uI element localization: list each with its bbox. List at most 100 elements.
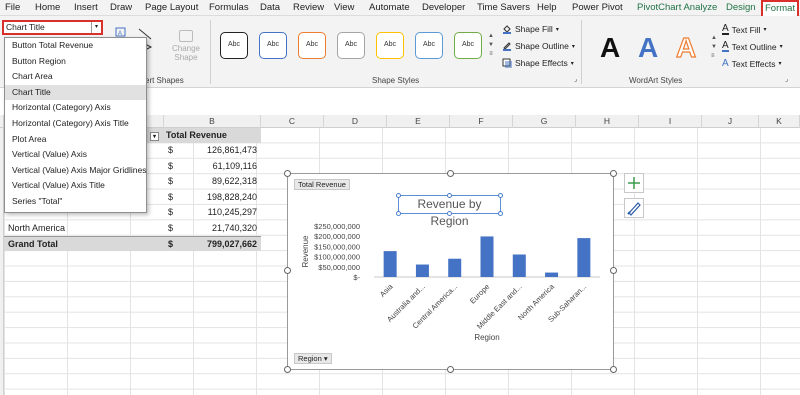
value-field-button[interactable]: Total Revenue xyxy=(294,179,350,190)
pivot-row-value[interactable]: 110,245,297 xyxy=(164,205,257,220)
chart-bar[interactable] xyxy=(545,272,559,277)
chart-element-option[interactable]: Horizontal (Category) Axis xyxy=(5,100,146,116)
chart-element-option[interactable]: Vertical (Value) Axis xyxy=(5,147,146,163)
shape-style-tile-7[interactable]: Abc xyxy=(454,32,482,59)
tab-pivotchart-analyze[interactable]: PivotChart Analyze xyxy=(637,0,717,16)
chart-title-selection[interactable]: Revenue by Region xyxy=(396,193,503,228)
tab-file[interactable]: File xyxy=(5,0,20,16)
chart-resize-handle[interactable] xyxy=(284,267,291,274)
tab-format[interactable]: Format xyxy=(761,0,800,16)
wordart-blue-a[interactable]: A xyxy=(638,32,658,64)
grand-total-label[interactable]: Grand Total xyxy=(4,236,164,251)
pivot-row-value[interactable]: 126,861,473 xyxy=(164,143,257,158)
column-header-f[interactable]: F xyxy=(450,115,513,128)
chart-element-option[interactable]: Series "Total" xyxy=(5,194,146,210)
grand-total-value-cell[interactable]: $ 799,027,662 xyxy=(164,236,261,251)
chart-resize-handle[interactable] xyxy=(447,366,454,373)
wordart-orange-outline-a[interactable]: A xyxy=(675,31,696,64)
tab-power-pivot[interactable]: Power Pivot xyxy=(572,0,623,16)
tab-home[interactable]: Home xyxy=(35,0,60,16)
chart-resize-handle[interactable] xyxy=(447,170,454,177)
tab-page-layout[interactable]: Page Layout xyxy=(145,0,198,16)
chart-styles-button[interactable] xyxy=(624,198,644,218)
tab-data[interactable]: Data xyxy=(260,0,280,16)
tab-review[interactable]: Review xyxy=(293,0,324,16)
shape-style-tile-2[interactable]: Abc xyxy=(259,32,287,59)
shape-style-tile-1[interactable]: Abc xyxy=(220,32,248,59)
pivot-filter-cell[interactable]: ▾ xyxy=(147,128,164,143)
column-header-b[interactable]: B xyxy=(164,115,261,128)
selection-handle[interactable] xyxy=(447,193,452,198)
chart-element-option[interactable]: Plot Area xyxy=(5,132,146,148)
chart-bar[interactable] xyxy=(480,236,494,277)
column-header-j[interactable]: J xyxy=(702,115,759,128)
tab-help[interactable]: Help xyxy=(537,0,557,16)
tab-design[interactable]: Design xyxy=(726,0,756,16)
chevron-down-icon[interactable]: ▾ xyxy=(91,22,101,33)
tab-time-savers[interactable]: Time Savers xyxy=(477,0,530,16)
column-header-e[interactable]: E xyxy=(387,115,450,128)
gallery-scroll-icon[interactable]: ▲ ▼ ≡ xyxy=(711,34,717,61)
chart-element-option[interactable]: Horizontal (Category) Axis Title xyxy=(5,116,146,132)
selection-handle[interactable] xyxy=(447,211,452,216)
chart-elements-button[interactable] xyxy=(624,173,644,193)
shape-style-tile-3[interactable]: Abc xyxy=(298,32,326,59)
chart-resize-handle[interactable] xyxy=(610,366,617,373)
chart-resize-handle[interactable] xyxy=(610,170,617,177)
shape-style-tile-4[interactable]: Abc xyxy=(337,32,365,59)
text-effects-button[interactable]: A Text Effects ▾ xyxy=(722,58,781,69)
pivot-row-value[interactable]: 198,828,240 xyxy=(164,190,257,205)
shape-style-tile-6[interactable]: Abc xyxy=(415,32,443,59)
chart-bar[interactable] xyxy=(415,264,429,277)
chart-element-option[interactable]: Chart Title xyxy=(5,84,146,101)
text-fill-button[interactable]: A Text Fill ▾ xyxy=(722,24,767,35)
text-outline-button[interactable]: A Text Outline ▾ xyxy=(722,41,783,52)
tab-automate[interactable]: Automate xyxy=(369,0,410,16)
tab-insert[interactable]: Insert xyxy=(74,0,98,16)
chart-element-option[interactable]: Vertical (Value) Axis Major Gridlines xyxy=(5,163,146,179)
column-header-h[interactable]: H xyxy=(576,115,639,128)
chart-bar[interactable] xyxy=(577,238,591,277)
selection-handle[interactable] xyxy=(498,211,503,216)
pivot-row-value[interactable]: 61,109,116 xyxy=(164,159,257,174)
change-shape-button[interactable]: Change Shape xyxy=(166,30,206,70)
shape-style-tile-5[interactable]: Abc xyxy=(376,32,404,59)
chart-bar[interactable] xyxy=(383,251,397,277)
shape-effects-button[interactable]: Shape Effects ▾ xyxy=(502,58,574,68)
tab-draw[interactable]: Draw xyxy=(110,0,132,16)
chart-bar[interactable] xyxy=(512,254,526,277)
chart-resize-handle[interactable] xyxy=(284,170,291,177)
shape-fill-button[interactable]: Shape Fill ▾ xyxy=(502,24,559,34)
axis-field-button[interactable]: Region ▾ xyxy=(294,353,332,364)
column-header-g[interactable]: G xyxy=(513,115,576,128)
column-header-c[interactable]: C xyxy=(261,115,324,128)
tab-developer[interactable]: Developer xyxy=(422,0,465,16)
chart-element-option[interactable]: Vertical (Value) Axis Title xyxy=(5,178,146,194)
column-header-d[interactable]: D xyxy=(324,115,387,128)
tab-view[interactable]: View xyxy=(334,0,354,16)
dialog-launcher-icon[interactable]: ⌟ xyxy=(574,75,577,83)
selection-handle[interactable] xyxy=(498,193,503,198)
chart-resize-handle[interactable] xyxy=(610,267,617,274)
pivot-row-label[interactable]: North America xyxy=(4,221,164,236)
pivot-header-total-revenue[interactable]: Total Revenue xyxy=(164,128,261,143)
gallery-scroll-icon[interactable]: ▲ ▼ ≡ xyxy=(487,32,495,62)
dialog-launcher-icon[interactable]: ⌟ xyxy=(785,75,788,83)
chart-element-option[interactable]: Button Region xyxy=(5,54,146,70)
tab-formulas[interactable]: Formulas xyxy=(209,0,249,16)
selection-handle[interactable] xyxy=(396,193,401,198)
chart-resize-handle[interactable] xyxy=(284,366,291,373)
wordart-black-a[interactable]: A xyxy=(600,32,620,64)
selection-handle[interactable] xyxy=(396,211,401,216)
pivot-chart[interactable]: $250,000,000 $200,000,000 $150,000,000 $100… xyxy=(287,173,614,370)
chart-element-option[interactable]: Chart Area xyxy=(5,69,146,85)
column-header-k[interactable]: K xyxy=(759,115,800,128)
chart-elements-selector[interactable]: Chart Title ▾ xyxy=(2,20,103,35)
chart-bar[interactable] xyxy=(448,258,462,277)
pivot-row-value[interactable]: 21,740,320 xyxy=(164,221,257,236)
shape-outline-button[interactable]: Shape Outline ▾ xyxy=(502,41,575,51)
pivot-row-value[interactable]: 89,622,318 xyxy=(164,174,257,189)
chart-element-option[interactable]: Button Total Revenue xyxy=(5,38,146,54)
column-header-i[interactable]: I xyxy=(639,115,702,128)
filter-dropdown-icon[interactable]: ▾ xyxy=(150,132,159,141)
